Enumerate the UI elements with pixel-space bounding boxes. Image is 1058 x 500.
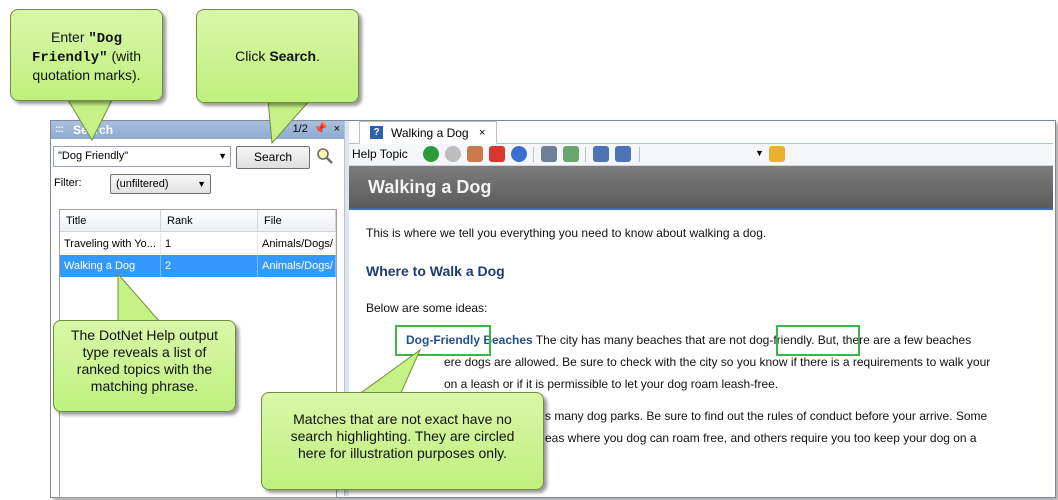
tab-label: Walking a Dog — [391, 126, 469, 140]
refresh-icon[interactable] — [511, 146, 527, 162]
print-icon[interactable] — [541, 146, 557, 162]
ideas-intro: Below are some ideas: — [366, 301, 488, 315]
sync-toc-icon[interactable] — [593, 146, 609, 162]
close-icon[interactable]: × — [479, 122, 485, 144]
chevron-down-icon[interactable]: ▼ — [218, 147, 227, 166]
callout-click-search: Click Search. — [196, 9, 359, 103]
grip-icon[interactable]: ::: — [55, 123, 64, 135]
pane-controls: 1/2 📌 × — [287, 122, 340, 135]
search-pane-header: ::: Search 1/2 📌 × — [51, 121, 344, 139]
table-row[interactable]: Traveling with Yo... 1 Animals/Dogs/ — [60, 233, 336, 255]
search-button[interactable]: Search — [236, 146, 310, 169]
match-circle-dog-friendly-text — [776, 325, 860, 356]
callout-text: (with — [107, 48, 142, 64]
topic-title: Walking a Dog — [368, 177, 492, 197]
parks-paragraph-line1: s many dog parks. Be sure to find out th… — [545, 409, 988, 423]
callout-text: . — [316, 48, 320, 64]
section-heading: Where to Walk a Dog — [366, 263, 505, 279]
close-icon[interactable]: × — [334, 123, 340, 135]
filter-value: (unfiltered) — [116, 178, 169, 190]
help-toolbar: Help Topic ▼ — [349, 144, 1053, 166]
help-page-icon: ? — [370, 126, 383, 139]
column-header-file[interactable]: File — [258, 210, 336, 232]
match-circle-dog-friendly — [395, 325, 491, 356]
column-header-title[interactable]: Title — [60, 210, 161, 232]
filter-select[interactable]: (unfiltered) ▼ — [110, 174, 211, 194]
pin-icon[interactable]: 📌 — [314, 123, 328, 135]
toolbar-separator — [639, 147, 640, 162]
beaches-paragraph-line2: ere dogs are allowed. Be sure to check w… — [444, 355, 991, 369]
topic-banner: Walking a Dog — [349, 166, 1053, 210]
search-query-value: "Dog Friendly" — [58, 150, 129, 162]
clear-highlight-icon[interactable] — [769, 146, 785, 162]
filter-label: Filter: — [54, 177, 82, 189]
chevron-down-icon[interactable]: ▼ — [197, 175, 206, 193]
tab-walking-a-dog[interactable]: ? Walking a Dog × — [359, 121, 497, 144]
callout-text: Click — [235, 48, 270, 64]
result-file: Animals/Dogs/ — [258, 233, 336, 255]
document-tabstrip: ? Walking a Dog × — [349, 121, 1053, 144]
toolbar-separator — [533, 147, 534, 162]
callout-enter-query: Enter "Dog Friendly" (with quotation mar… — [10, 9, 163, 101]
callout-code: "Dog — [88, 31, 122, 47]
chevron-down-icon[interactable]: ▼ — [755, 148, 764, 158]
callout-dotnet-output: The DotNet Help output type reveals a li… — [53, 320, 236, 412]
result-title: Traveling with Yo... — [60, 233, 161, 255]
table-row-selected[interactable]: Walking a Dog 2 Animals/Dogs/ — [60, 255, 336, 277]
expand-toc-icon[interactable] — [615, 146, 631, 162]
intro-paragraph: This is where we tell you everything you… — [366, 226, 767, 240]
stop-icon[interactable] — [489, 146, 505, 162]
column-header-rank[interactable]: Rank — [161, 210, 258, 232]
callout-inexact-matches: Matches that are not exact have no searc… — [261, 392, 544, 490]
result-rank: 1 — [161, 233, 258, 255]
home-icon[interactable] — [467, 146, 483, 162]
callout-code: Friendly" — [31, 50, 108, 66]
result-rank: 2 — [161, 255, 258, 277]
search-pane-title: Search — [73, 123, 114, 137]
parks-paragraph-line2: eas where you dog can roam free, and oth… — [545, 431, 977, 445]
magnifier-icon[interactable] — [315, 146, 335, 166]
back-icon[interactable] — [423, 146, 439, 162]
result-title: Walking a Dog — [60, 255, 161, 277]
callout-text: Enter — [51, 29, 89, 45]
forward-icon[interactable] — [445, 146, 461, 162]
search-input[interactable]: "Dog Friendly" ▼ — [53, 146, 231, 167]
callout-text: quotation marks). — [32, 67, 141, 83]
beaches-text-a: The city has many beaches that are not — [532, 333, 750, 347]
callout-bold: Search — [269, 48, 317, 64]
toolbar-separator — [585, 147, 586, 162]
paging-indicator[interactable]: 1/2 — [293, 123, 308, 135]
print-preview-icon[interactable] — [563, 146, 579, 162]
toolbar-label: Help Topic — [352, 147, 408, 161]
result-file: Animals/Dogs/ — [258, 255, 336, 277]
